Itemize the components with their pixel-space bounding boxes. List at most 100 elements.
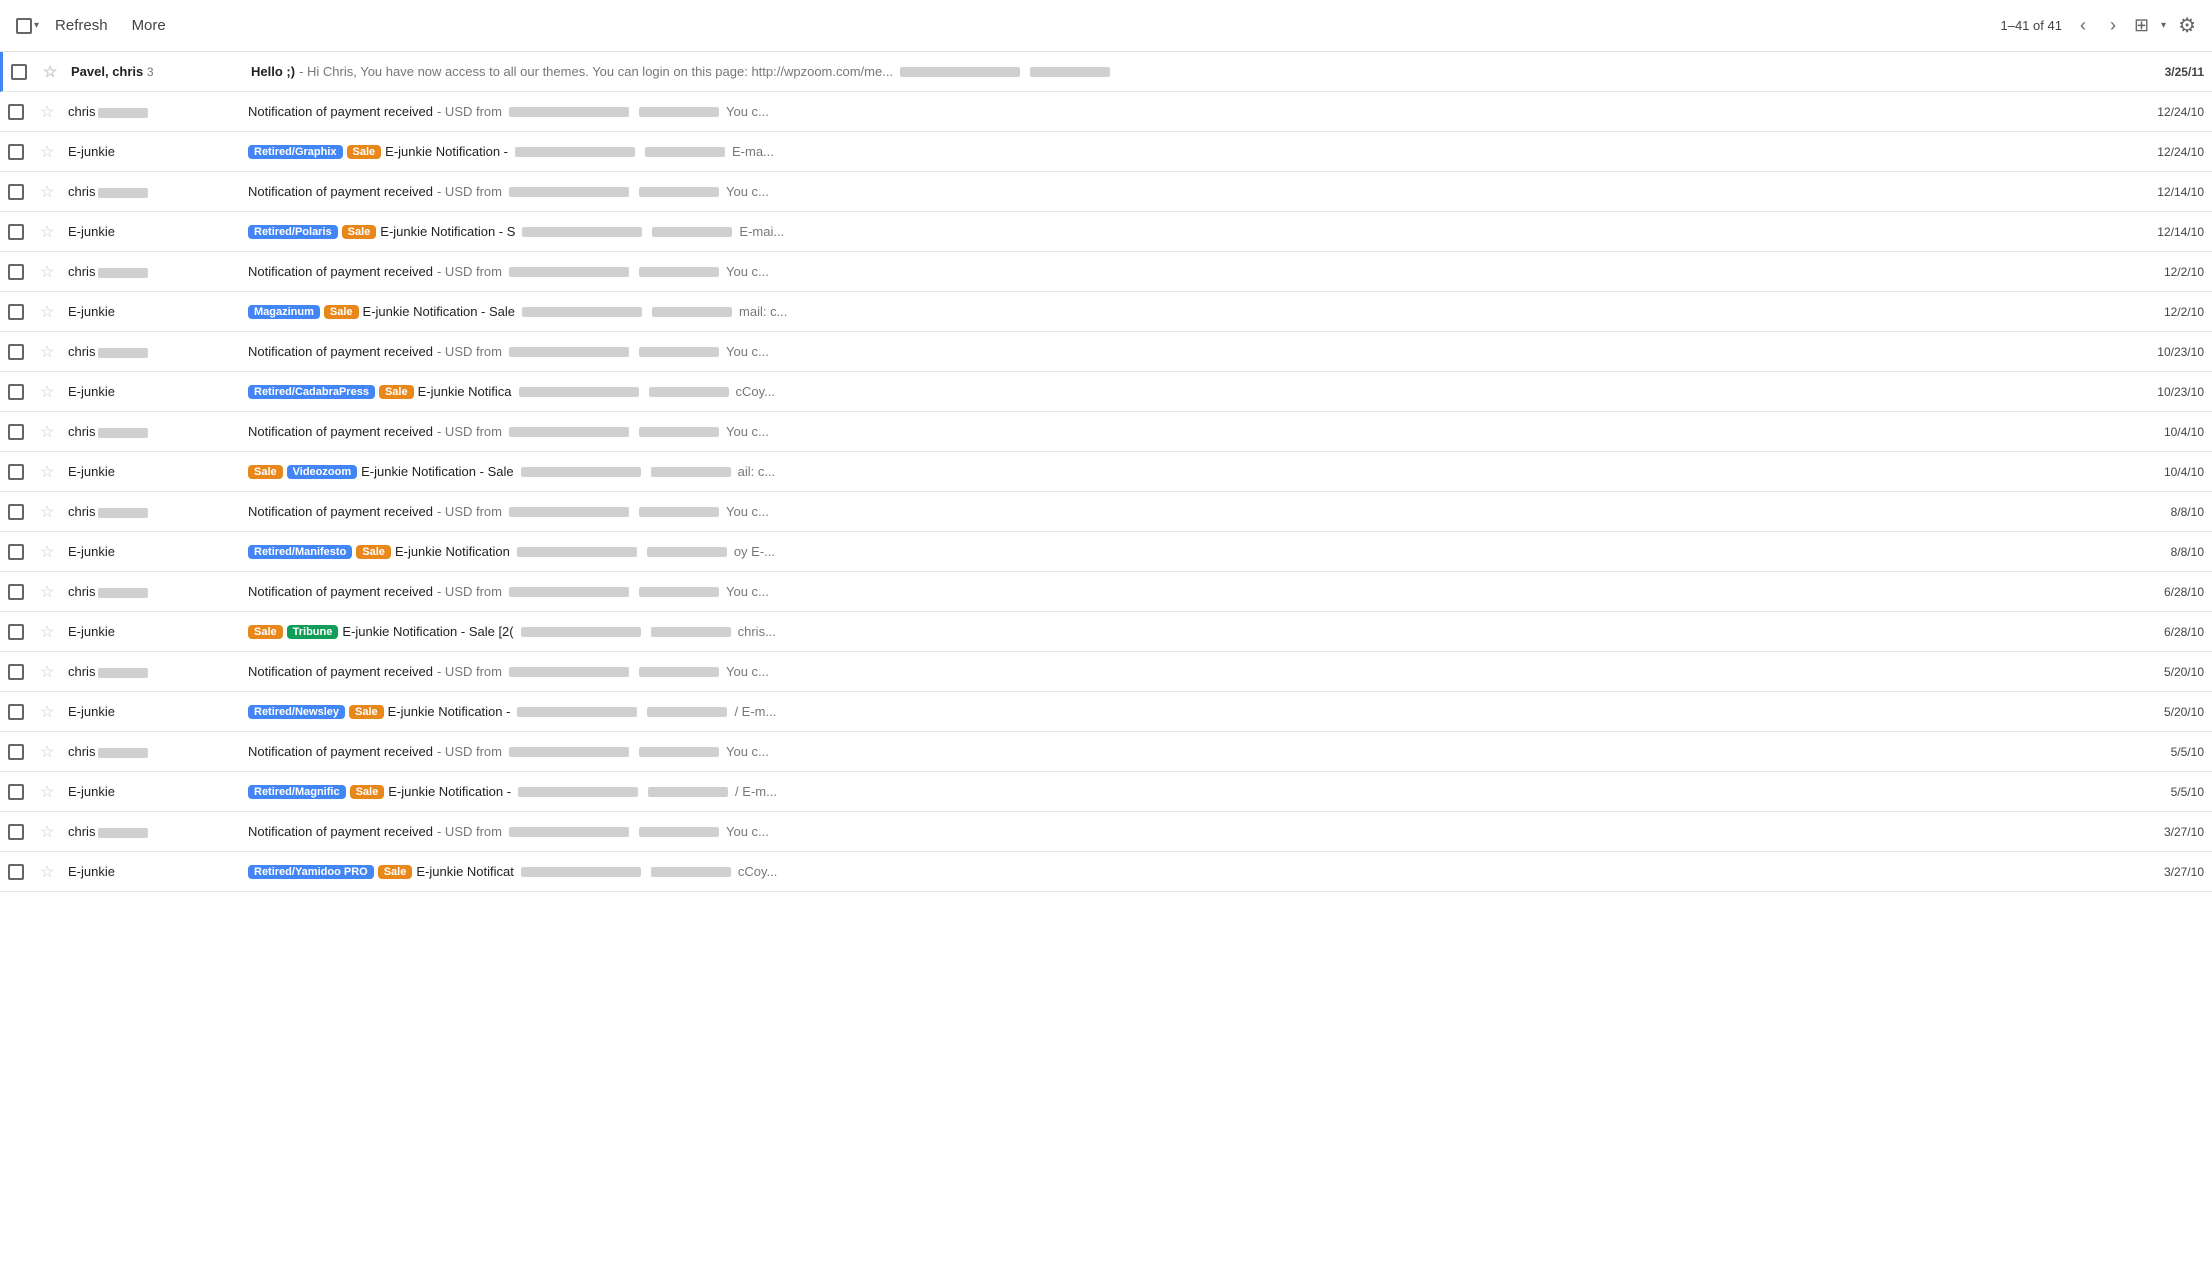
star-icon[interactable]: ☆ — [43, 62, 57, 82]
row-checkbox-container[interactable] — [11, 64, 43, 80]
prev-page-button[interactable]: ‹ — [2074, 13, 2092, 38]
row-checkbox-container[interactable] — [8, 144, 40, 160]
star-container[interactable]: ☆ — [40, 702, 68, 722]
star-icon[interactable]: ☆ — [40, 822, 54, 842]
more-button[interactable]: More — [124, 13, 174, 38]
row-checkbox-container[interactable] — [8, 864, 40, 880]
row-checkbox[interactable] — [8, 664, 24, 680]
row-checkbox[interactable] — [8, 144, 24, 160]
select-all-checkbox[interactable] — [16, 18, 32, 34]
row-checkbox[interactable] — [8, 464, 24, 480]
star-icon[interactable]: ☆ — [40, 502, 54, 522]
email-row[interactable]: ☆chrisNotification of payment received -… — [0, 252, 2212, 292]
grid-icon[interactable]: ⊞ — [2134, 15, 2149, 36]
email-row[interactable]: ☆Pavel, chris 3Hello ;) - Hi Chris, You … — [0, 52, 2212, 92]
email-row[interactable]: ☆E-junkieRetired/GraphixSaleE-junkie Not… — [0, 132, 2212, 172]
row-checkbox[interactable] — [11, 64, 27, 80]
email-tag[interactable]: Sale — [379, 385, 414, 399]
star-container[interactable]: ☆ — [40, 302, 68, 322]
email-tag[interactable]: Sale — [356, 545, 391, 559]
row-checkbox-container[interactable] — [8, 184, 40, 200]
email-tag[interactable]: Retired/Polaris — [248, 225, 338, 239]
star-container[interactable]: ☆ — [40, 782, 68, 802]
email-tag[interactable]: Sale — [248, 625, 283, 639]
star-container[interactable]: ☆ — [40, 542, 68, 562]
star-icon[interactable]: ☆ — [40, 142, 54, 162]
star-container[interactable]: ☆ — [40, 102, 68, 122]
email-tag[interactable]: Sale — [248, 465, 283, 479]
row-checkbox[interactable] — [8, 344, 24, 360]
star-container[interactable]: ☆ — [40, 622, 68, 642]
email-row[interactable]: ☆chrisNotification of payment received -… — [0, 172, 2212, 212]
star-icon[interactable]: ☆ — [40, 462, 54, 482]
email-row[interactable]: ☆E-junkieRetired/NewsleySaleE-junkie Not… — [0, 692, 2212, 732]
star-container[interactable]: ☆ — [40, 822, 68, 842]
row-checkbox[interactable] — [8, 104, 24, 120]
star-container[interactable]: ☆ — [43, 62, 71, 82]
row-checkbox[interactable] — [8, 424, 24, 440]
email-tag[interactable]: Sale — [350, 785, 385, 799]
star-icon[interactable]: ☆ — [40, 262, 54, 282]
email-row[interactable]: ☆chrisNotification of payment received -… — [0, 332, 2212, 372]
email-row[interactable]: ☆E-junkieRetired/PolarisSaleE-junkie Not… — [0, 212, 2212, 252]
grid-dropdown-arrow[interactable]: ▾ — [2161, 20, 2166, 31]
next-page-button[interactable]: › — [2104, 13, 2122, 38]
email-row[interactable]: ☆E-junkieMagazinumSaleE-junkie Notificat… — [0, 292, 2212, 332]
email-tag[interactable]: Sale — [349, 705, 384, 719]
star-icon[interactable]: ☆ — [40, 782, 54, 802]
star-icon[interactable]: ☆ — [40, 742, 54, 762]
refresh-button[interactable]: Refresh — [47, 13, 116, 38]
row-checkbox-container[interactable] — [8, 384, 40, 400]
email-row[interactable]: ☆chrisNotification of payment received -… — [0, 732, 2212, 772]
email-tag[interactable]: Retired/CadabraPress — [248, 385, 375, 399]
star-icon[interactable]: ☆ — [40, 542, 54, 562]
star-container[interactable]: ☆ — [40, 582, 68, 602]
row-checkbox-container[interactable] — [8, 744, 40, 760]
star-container[interactable]: ☆ — [40, 382, 68, 402]
star-container[interactable]: ☆ — [40, 342, 68, 362]
email-row[interactable]: ☆E-junkieRetired/ManifestoSaleE-junkie N… — [0, 532, 2212, 572]
email-tag[interactable]: Sale — [342, 225, 377, 239]
star-icon[interactable]: ☆ — [40, 622, 54, 642]
email-row[interactable]: ☆E-junkieRetired/MagnificSaleE-junkie No… — [0, 772, 2212, 812]
row-checkbox-container[interactable] — [8, 624, 40, 640]
row-checkbox-container[interactable] — [8, 224, 40, 240]
star-container[interactable]: ☆ — [40, 502, 68, 522]
star-container[interactable]: ☆ — [40, 462, 68, 482]
row-checkbox-container[interactable] — [8, 664, 40, 680]
email-row[interactable]: ☆chrisNotification of payment received -… — [0, 652, 2212, 692]
row-checkbox-container[interactable] — [8, 544, 40, 560]
star-icon[interactable]: ☆ — [40, 382, 54, 402]
email-tag[interactable]: Sale — [378, 865, 413, 879]
star-container[interactable]: ☆ — [40, 142, 68, 162]
email-row[interactable]: ☆chrisNotification of payment received -… — [0, 572, 2212, 612]
row-checkbox[interactable] — [8, 504, 24, 520]
email-row[interactable]: ☆E-junkieSaleVideozoomE-junkie Notificat… — [0, 452, 2212, 492]
row-checkbox-container[interactable] — [8, 424, 40, 440]
star-icon[interactable]: ☆ — [40, 582, 54, 602]
row-checkbox[interactable] — [8, 824, 24, 840]
row-checkbox[interactable] — [8, 584, 24, 600]
email-row[interactable]: ☆E-junkieRetired/Yamidoo PROSaleE-junkie… — [0, 852, 2212, 892]
row-checkbox[interactable] — [8, 744, 24, 760]
star-icon[interactable]: ☆ — [40, 342, 54, 362]
row-checkbox-container[interactable] — [8, 464, 40, 480]
star-container[interactable]: ☆ — [40, 182, 68, 202]
star-icon[interactable]: ☆ — [40, 222, 54, 242]
star-icon[interactable]: ☆ — [40, 182, 54, 202]
email-tag[interactable]: Tribune — [287, 625, 339, 639]
email-tag[interactable]: Sale — [347, 145, 382, 159]
star-container[interactable]: ☆ — [40, 422, 68, 442]
row-checkbox[interactable] — [8, 624, 24, 640]
star-icon[interactable]: ☆ — [40, 862, 54, 882]
row-checkbox-container[interactable] — [8, 344, 40, 360]
row-checkbox[interactable] — [8, 264, 24, 280]
settings-icon[interactable]: ⚙ — [2178, 13, 2196, 38]
row-checkbox-container[interactable] — [8, 584, 40, 600]
row-checkbox-container[interactable] — [8, 824, 40, 840]
email-tag[interactable]: Retired/Yamidoo PRO — [248, 865, 374, 879]
email-tag[interactable]: Retired/Magnific — [248, 785, 346, 799]
email-row[interactable]: ☆E-junkieRetired/CadabraPressSaleE-junki… — [0, 372, 2212, 412]
select-all-container[interactable]: ▾ — [16, 18, 39, 34]
row-checkbox[interactable] — [8, 224, 24, 240]
